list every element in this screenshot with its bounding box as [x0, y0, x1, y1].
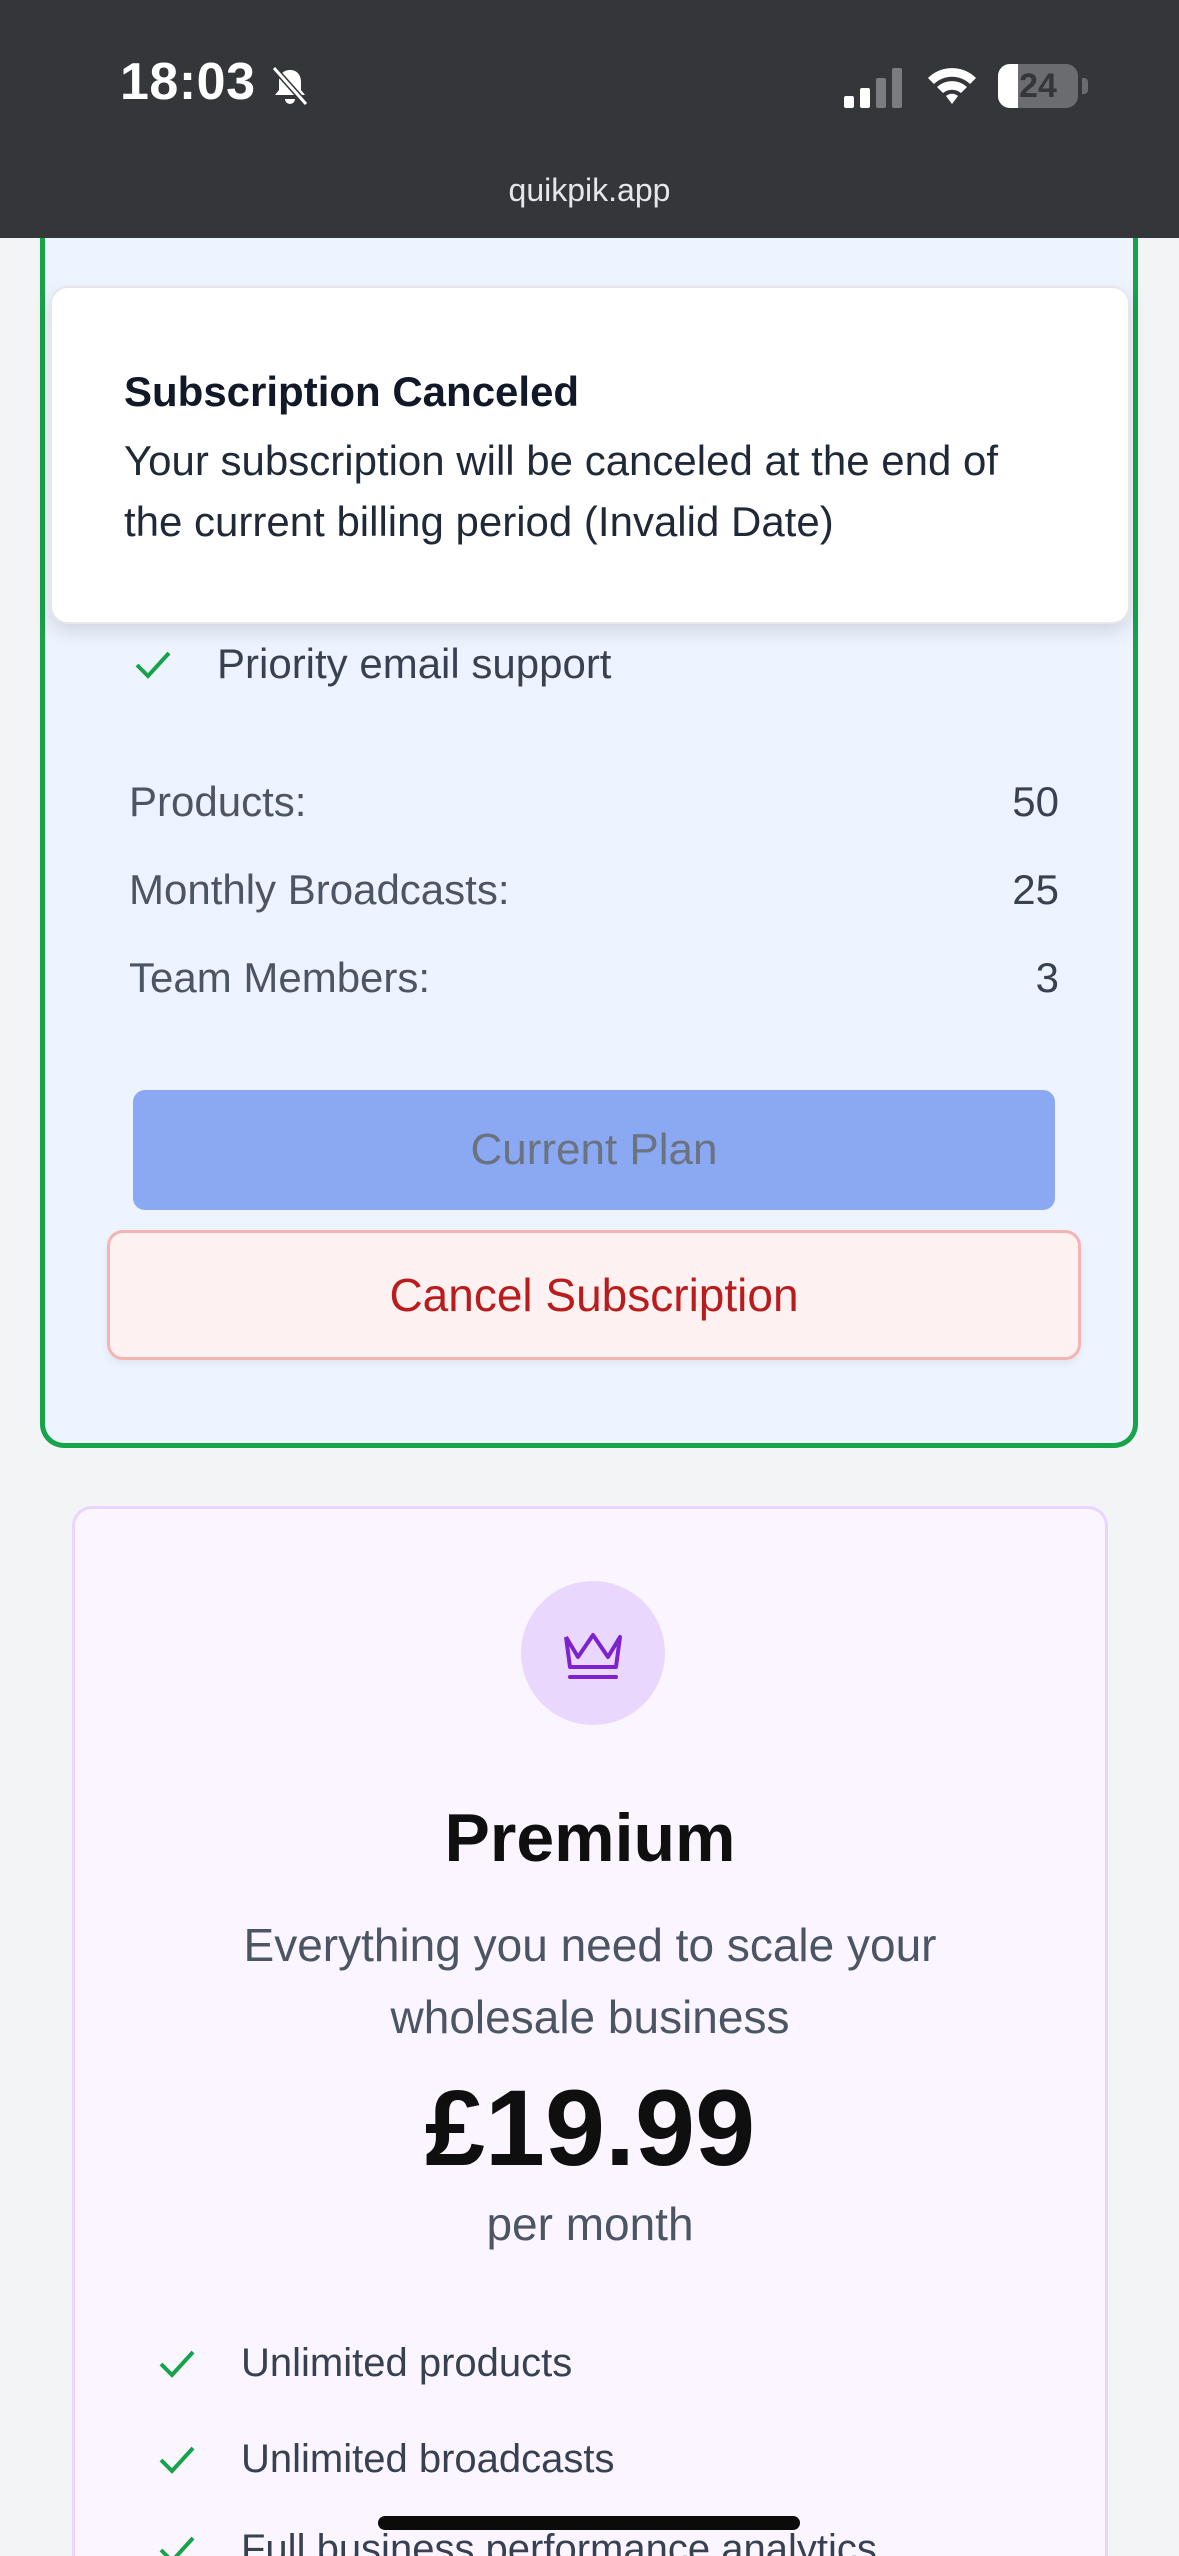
check-icon	[135, 651, 171, 679]
toast-notification[interactable]: Subscription Canceled Your subscription …	[50, 286, 1130, 624]
premium-icon-badge	[521, 1581, 665, 1725]
plan-period: per month	[486, 2198, 694, 2250]
limit-value: 50	[1012, 778, 1059, 825]
limit-row-broadcasts: Monthly Broadcasts: 25	[129, 866, 1059, 914]
check-icon	[159, 2350, 195, 2378]
feature-label: Priority email support	[217, 640, 612, 687]
limit-row-team-members: Team Members: 3	[129, 954, 1059, 1002]
limit-value: 25	[1012, 866, 1059, 913]
premium-plan-card: Premium Everything you need to scale you…	[72, 1506, 1108, 2556]
feature-item: Unlimited products	[153, 2339, 572, 2387]
battery-icon: 24	[998, 64, 1078, 108]
wifi-icon	[928, 68, 976, 104]
feature-label: Unlimited products	[241, 2340, 573, 2385]
toast-message: Your subscription will be canceled at th…	[124, 437, 999, 545]
check-icon	[159, 2446, 195, 2474]
current-plan-button[interactable]: Current Plan	[133, 1090, 1055, 1210]
cancel-subscription-button[interactable]: Cancel Subscription	[107, 1230, 1081, 1360]
limit-label: Products:	[129, 778, 307, 825]
limit-label: Monthly Broadcasts:	[129, 866, 510, 913]
plan-name: Premium	[444, 1800, 736, 1876]
limit-row-products: Products: 50	[129, 778, 1059, 826]
feature-label: Unlimited broadcasts	[241, 2436, 615, 2481]
status-time: 18:03	[120, 53, 256, 111]
check-icon	[159, 2536, 195, 2556]
feature-item: Unlimited broadcasts	[153, 2435, 615, 2483]
signal-icon	[844, 68, 902, 108]
feature-item: Priority email support	[129, 640, 611, 688]
plan-price: £19.99	[424, 2067, 756, 2188]
feature-label: Full business performance analytics	[241, 2526, 877, 2556]
bell-muted-icon	[271, 66, 309, 106]
limit-value: 3	[1035, 954, 1059, 1001]
status-bar: 18:03 24 quikpik.app	[0, 0, 1179, 238]
home-indicator[interactable]	[378, 2516, 800, 2530]
toast-title: Subscription Canceled	[124, 368, 580, 415]
crown-icon	[564, 1633, 622, 1679]
limit-label: Team Members:	[129, 954, 431, 1001]
battery-percent: 24	[1019, 67, 1057, 105]
url-bar[interactable]: quikpik.app	[0, 172, 1179, 209]
plan-description: Everything you need to scale your wholes…	[243, 1919, 937, 2043]
